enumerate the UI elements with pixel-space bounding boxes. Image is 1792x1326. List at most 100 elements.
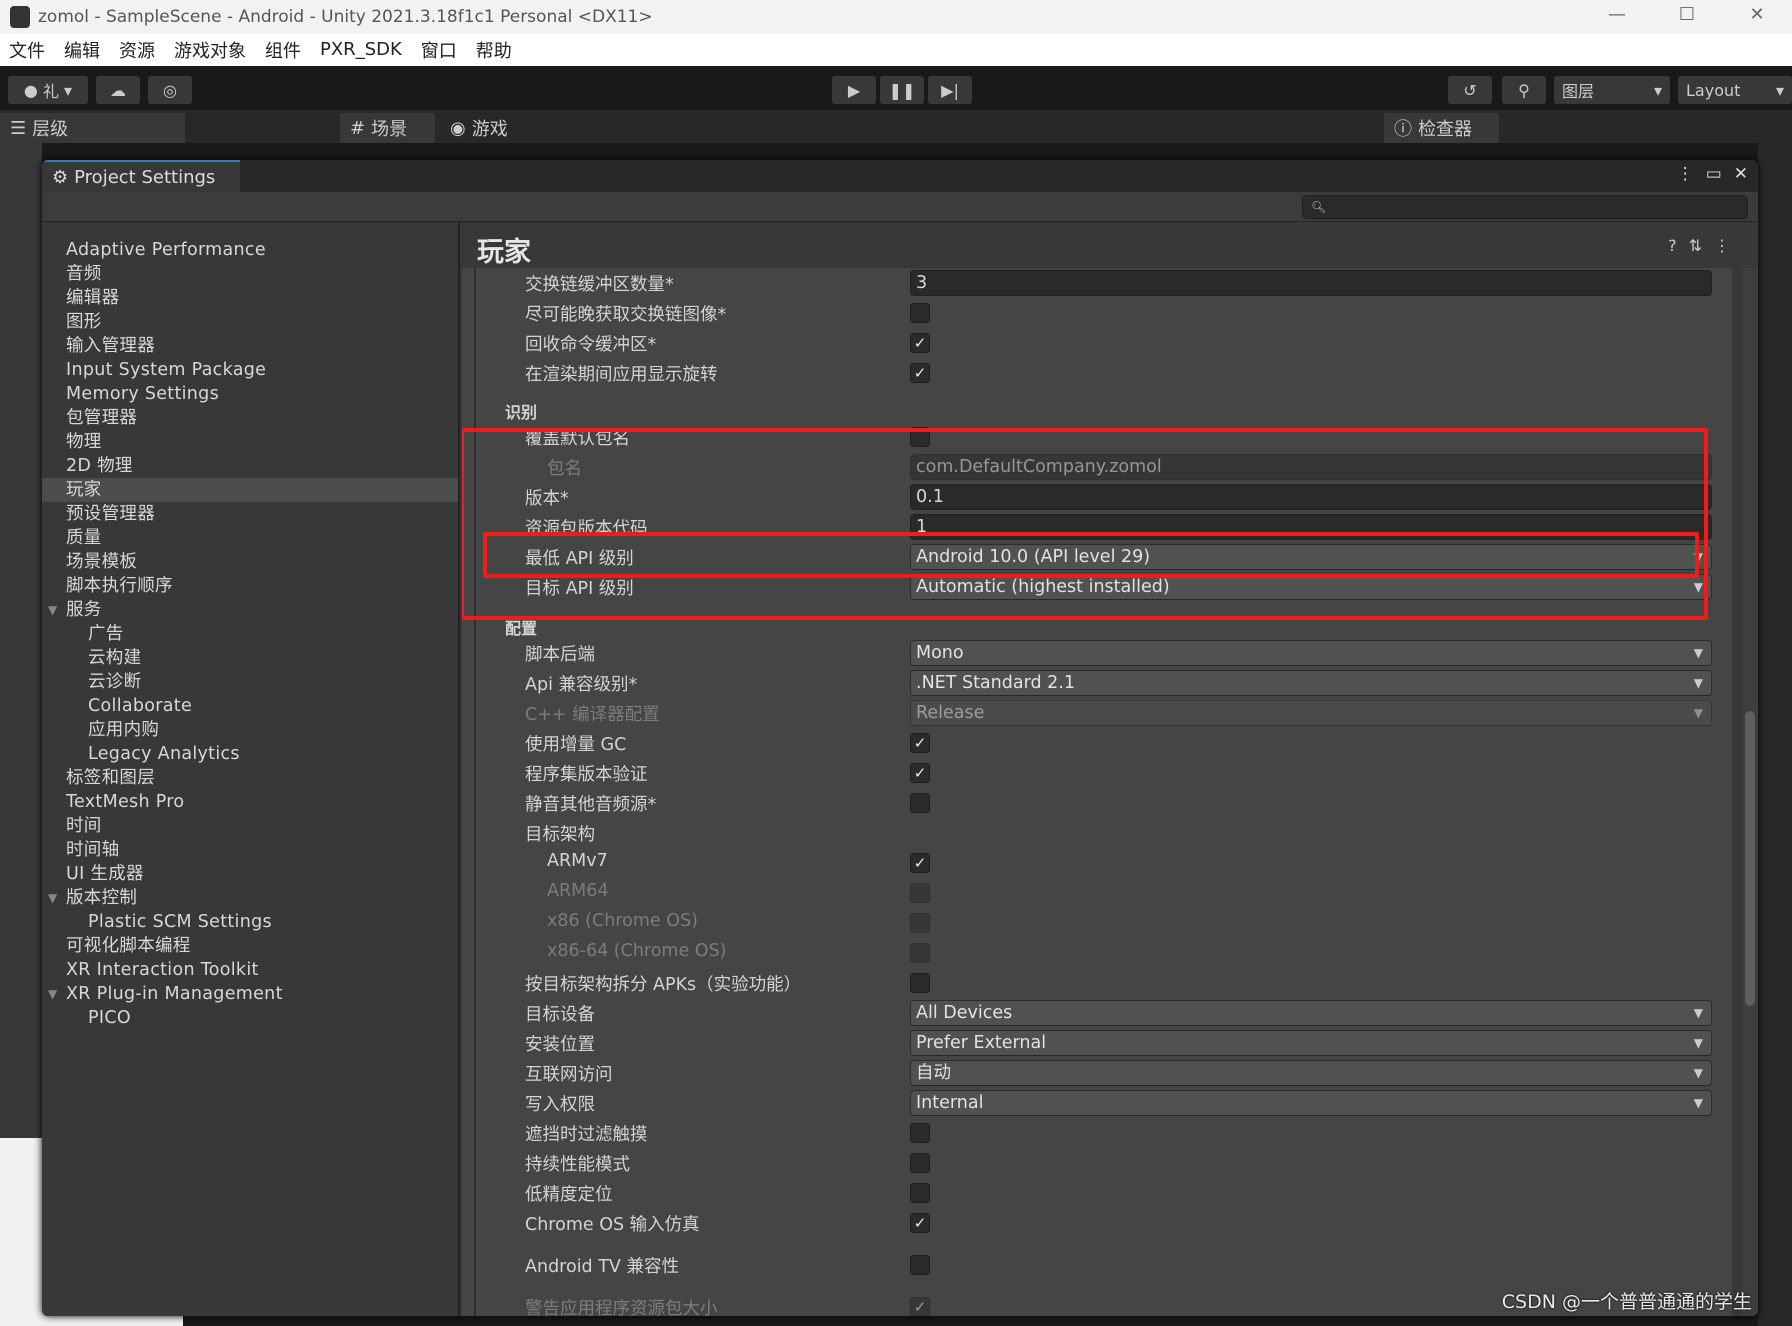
tab-project-settings[interactable]: ⚙ Project Settings: [42, 160, 240, 192]
sidebar-item[interactable]: Input System Package: [42, 358, 458, 382]
cloud-icon[interactable]: ☁: [96, 76, 140, 104]
account-dropdown[interactable]: ● 礼 ▾: [8, 76, 88, 104]
hierarchy-panel-edge: [0, 143, 42, 1138]
tab-game[interactable]: ◉ 游戏: [440, 113, 518, 143]
menu-item[interactable]: 组件: [256, 37, 311, 63]
dropdown[interactable]: All Devices: [910, 1000, 1712, 1026]
menu-item[interactable]: 编辑: [55, 37, 110, 63]
sidebar-item[interactable]: 2D 物理: [42, 454, 458, 478]
help-icon[interactable]: ?: [1668, 236, 1677, 255]
collab-icon[interactable]: ◎: [148, 76, 192, 104]
checkbox[interactable]: ✓: [910, 1213, 930, 1233]
checkbox[interactable]: [910, 973, 930, 993]
expand-arrow-icon[interactable]: ▼: [48, 886, 58, 910]
maximize-button[interactable]: ☐: [1652, 0, 1722, 30]
dropdown[interactable]: .NET Standard 2.1: [910, 670, 1712, 696]
sidebar-item[interactable]: 时间轴: [42, 838, 458, 862]
checkbox[interactable]: ✓: [910, 733, 930, 753]
sidebar-item[interactable]: 云诊断: [42, 670, 458, 694]
sidebar-item[interactable]: 脚本执行顺序: [42, 574, 458, 598]
sidebar-item[interactable]: Memory Settings: [42, 382, 458, 406]
dropdown[interactable]: 自动: [910, 1060, 1712, 1086]
layout-dropdown[interactable]: Layout ▾: [1678, 76, 1792, 104]
close-button[interactable]: ✕: [1722, 0, 1792, 30]
vertical-scrollbar[interactable]: [1742, 268, 1758, 1316]
sidebar-item[interactable]: Legacy Analytics: [42, 742, 458, 766]
checkbox[interactable]: [910, 303, 930, 323]
preset-icon[interactable]: ⇅: [1689, 236, 1702, 255]
play-button[interactable]: ▶: [832, 76, 876, 104]
sidebar-item[interactable]: Adaptive Performance: [42, 238, 458, 262]
sidebar-item[interactable]: 时间: [42, 814, 458, 838]
sidebar-item[interactable]: ▼ 版本控制: [42, 886, 458, 910]
sidebar-item[interactable]: 图形: [42, 310, 458, 334]
layers-dropdown[interactable]: 图层 ▾: [1554, 76, 1670, 104]
text-field[interactable]: 0.1: [910, 484, 1712, 510]
sidebar-item[interactable]: ▼ XR Plug-in Management: [42, 982, 458, 1006]
sidebar-item[interactable]: XR Interaction Toolkit: [42, 958, 458, 982]
menu-item[interactable]: 游戏对象: [165, 37, 256, 63]
text-field[interactable]: 3: [910, 270, 1712, 296]
sidebar-item[interactable]: Plastic SCM Settings: [42, 910, 458, 934]
dropdown[interactable]: Automatic (highest installed): [910, 574, 1712, 600]
sidebar-item[interactable]: 场景模板: [42, 550, 458, 574]
checkbox[interactable]: [910, 1153, 930, 1173]
search-icon[interactable]: ⚲: [1502, 76, 1546, 104]
sidebar-item[interactable]: 广告: [42, 622, 458, 646]
checkbox[interactable]: [910, 1255, 930, 1275]
sidebar-item[interactable]: 可视化脚本编程: [42, 934, 458, 958]
checkbox[interactable]: [910, 427, 930, 447]
close-window-icon[interactable]: ✕: [1734, 164, 1748, 184]
sidebar-item[interactable]: UI 生成器: [42, 862, 458, 886]
scrollbar-thumb[interactable]: [1745, 711, 1755, 1006]
sidebar-item[interactable]: 云构建: [42, 646, 458, 670]
sidebar-item[interactable]: 音频: [42, 262, 458, 286]
sidebar-item[interactable]: 质量: [42, 526, 458, 550]
sidebar-item[interactable]: 应用内购: [42, 718, 458, 742]
checkbox[interactable]: [910, 1123, 930, 1143]
checkbox[interactable]: ✓: [910, 363, 930, 383]
sidebar-item[interactable]: 输入管理器: [42, 334, 458, 358]
more-options-icon[interactable]: ⋮: [1714, 236, 1730, 255]
sidebar-item[interactable]: 物理: [42, 430, 458, 454]
sidebar-item[interactable]: PICO: [42, 1006, 458, 1030]
checkbox[interactable]: ✓: [910, 853, 930, 873]
sidebar-item[interactable]: Collaborate: [42, 694, 458, 718]
sidebar-item[interactable]: 预设管理器: [42, 502, 458, 526]
history-icon[interactable]: ↺: [1448, 76, 1492, 104]
sidebar-item[interactable]: TextMesh Pro: [42, 790, 458, 814]
sidebar-item[interactable]: 玩家: [42, 478, 458, 502]
menu-item[interactable]: 文件: [0, 37, 55, 63]
sidebar-item[interactable]: 标签和图层: [42, 766, 458, 790]
expand-arrow-icon[interactable]: ▼: [48, 598, 58, 622]
expand-arrow-icon[interactable]: ▼: [48, 982, 58, 1006]
checkbox[interactable]: ✓: [910, 333, 930, 353]
more-options-icon[interactable]: ⋮: [1677, 164, 1694, 184]
sidebar-item[interactable]: 编辑器: [42, 286, 458, 310]
menu-item[interactable]: PXR_SDK: [311, 39, 412, 60]
checkbox[interactable]: ✓: [910, 763, 930, 783]
menu-item[interactable]: 帮助: [467, 37, 522, 63]
dropdown[interactable]: Internal: [910, 1090, 1712, 1116]
tab-inspector[interactable]: ⓘ 检查器: [1384, 113, 1499, 143]
sidebar-item-label: 包管理器: [66, 408, 138, 428]
settings-search-input[interactable]: 🔍︎: [1302, 195, 1748, 219]
sidebar-item[interactable]: 包管理器: [42, 406, 458, 430]
sidebar-item-label: Plastic SCM Settings: [88, 912, 272, 932]
step-button[interactable]: ▶|: [928, 76, 972, 104]
tab-hierarchy[interactable]: ☰ 层级: [0, 113, 185, 143]
sidebar-item[interactable]: ▼ 服务: [42, 598, 458, 622]
tab-scene[interactable]: # 场景: [340, 113, 435, 143]
maximize-window-icon[interactable]: ▭: [1706, 164, 1722, 184]
minimize-button[interactable]: —: [1582, 0, 1652, 30]
sidebar-item-label: Input System Package: [66, 360, 267, 380]
dropdown[interactable]: Android 10.0 (API level 29): [910, 544, 1712, 570]
checkbox[interactable]: [910, 1183, 930, 1203]
checkbox[interactable]: [910, 793, 930, 813]
menu-item[interactable]: 窗口: [412, 37, 467, 63]
dropdown[interactable]: Prefer External: [910, 1030, 1712, 1056]
menu-item[interactable]: 资源: [110, 37, 165, 63]
pause-button[interactable]: ❚❚: [880, 76, 924, 104]
dropdown[interactable]: Mono: [910, 640, 1712, 666]
text-field[interactable]: 1: [910, 514, 1712, 540]
